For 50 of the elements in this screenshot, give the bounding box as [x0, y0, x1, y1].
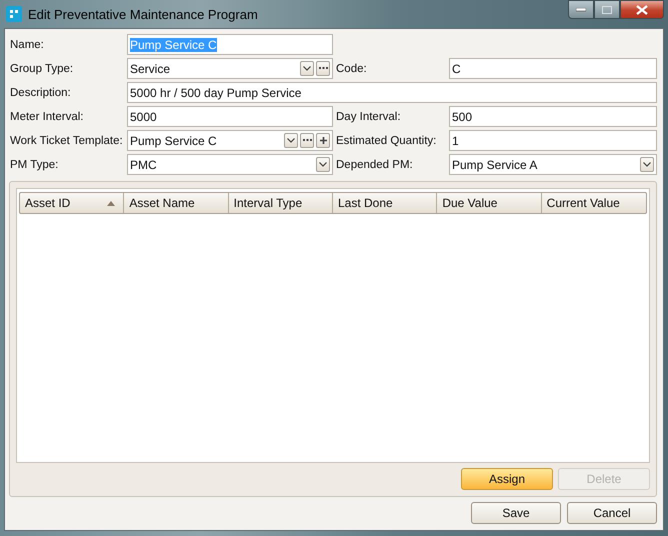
minimize-button[interactable]: [568, 0, 594, 19]
save-button[interactable]: Save: [471, 502, 561, 524]
column-header[interactable]: Interval Type: [228, 193, 333, 213]
dropdown-button[interactable]: [316, 157, 330, 172]
window-title: Edit Preventative Maintenance Program: [28, 6, 258, 22]
dropdown-field[interactable]: Pump Service A: [449, 154, 657, 175]
caret-icon: [287, 138, 295, 143]
plus-icon: [320, 137, 326, 144]
ellipsis-icon: [318, 67, 328, 70]
close-icon: [636, 4, 648, 14]
column-header[interactable]: Asset Name: [124, 193, 229, 213]
browse-button[interactable]: [316, 61, 330, 76]
input-field[interactable]: 5000: [127, 106, 333, 127]
dropdown-field[interactable]: PMC: [127, 154, 333, 175]
maximize-icon: [602, 6, 612, 14]
caret-icon: [303, 66, 311, 71]
field-label: PM Type:: [9, 158, 60, 170]
field-label: Description:: [9, 86, 72, 98]
column-header[interactable]: Last Done: [333, 193, 438, 213]
dropdown-button[interactable]: [300, 61, 314, 76]
field-label: Name:: [9, 38, 45, 50]
field-label: Day Interval:: [335, 110, 402, 122]
input-field[interactable]: 5000 hr / 500 day Pump Service: [127, 82, 657, 103]
add-button[interactable]: [316, 133, 330, 148]
ellipsis-icon: [302, 139, 312, 142]
column-header[interactable]: Due Value: [437, 193, 542, 213]
input-field[interactable]: C: [449, 58, 657, 79]
input-field[interactable]: 1: [449, 130, 657, 151]
dropdown-field[interactable]: Pump Service C: [127, 130, 333, 151]
column-header[interactable]: Current Value: [542, 193, 646, 213]
assign-button[interactable]: Assign: [461, 468, 553, 490]
field-label: Code:: [335, 62, 368, 74]
dropdown-button[interactable]: [284, 133, 298, 148]
input-field[interactable]: 500: [449, 106, 657, 127]
dropdown-button[interactable]: [640, 157, 654, 172]
caret-icon: [319, 162, 327, 167]
field-label: Group Type:: [9, 62, 74, 74]
dropdown-field[interactable]: Service: [127, 58, 333, 79]
field-label: Work Ticket Template:: [9, 134, 124, 146]
field-label: Estimated Quantity:: [335, 134, 438, 146]
browse-button[interactable]: [300, 133, 314, 148]
maximize-button[interactable]: [594, 0, 620, 19]
cancel-button[interactable]: Cancel: [567, 502, 657, 524]
close-button[interactable]: [620, 0, 664, 19]
column-header[interactable]: Asset ID: [20, 193, 124, 213]
field-label: Meter Interval:: [9, 110, 84, 122]
field-label: Depended PM:: [335, 158, 414, 170]
app-icon: [6, 6, 22, 22]
caret-icon: [643, 162, 651, 167]
minimize-icon: [576, 8, 586, 12]
